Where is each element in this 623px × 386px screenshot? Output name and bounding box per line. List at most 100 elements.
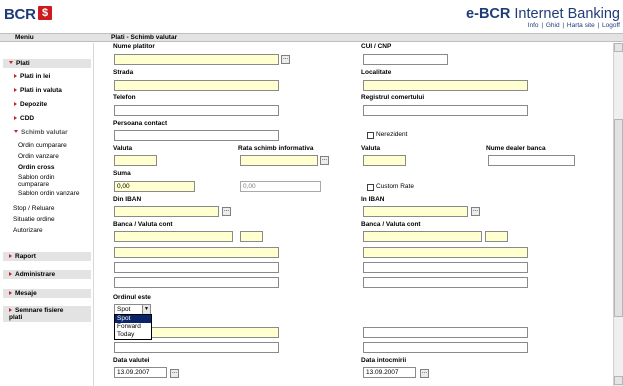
sidebar-group-label: Administrare <box>15 271 56 278</box>
option-today[interactable]: Today <box>115 331 151 339</box>
sidebar-item-label: Plati in lei <box>20 73 51 80</box>
brand-prefix: e-BCR <box>466 6 511 22</box>
header-links: Info | Ghid | Harta site | Logoff <box>527 22 620 29</box>
sidebar-item-cdd[interactable]: CDD <box>14 115 34 123</box>
ordin-type-dropdown[interactable]: Spot Forward Today <box>114 314 152 340</box>
detalii-line-1-right[interactable] <box>363 327 528 338</box>
sidebar-item-ordin-cumparare[interactable]: Ordin cumparare <box>18 142 67 150</box>
nume-platitor-field[interactable] <box>114 54 279 65</box>
app-header: BCR $ e-BCR Internet Banking Info | Ghid… <box>0 0 623 33</box>
lookup-button[interactable]: ... <box>471 207 480 216</box>
address-line-3-left[interactable] <box>114 277 279 288</box>
sidebar-item-ordin-cross[interactable]: Ordin cross <box>18 164 54 172</box>
valuta-cont-left-field[interactable] <box>240 231 263 242</box>
label-banca-right: Banca / Valuta cont <box>361 221 421 228</box>
lookup-button[interactable]: ... <box>281 55 290 64</box>
sidebar-item-sablon-vanzare[interactable]: Sablon ordin vanzare <box>18 190 79 198</box>
scrollbar-thumb[interactable] <box>614 119 623 317</box>
telefon-field[interactable] <box>114 105 279 116</box>
sidebar-item-depozite[interactable]: Depozite <box>14 101 47 109</box>
sidebar-group-plati[interactable]: Plati <box>3 59 91 68</box>
sidebar-item-sablon-cumparare-2[interactable]: cumparare <box>18 181 49 189</box>
link-logoff[interactable]: Logoff <box>602 22 620 29</box>
label-telefon: Telefon <box>113 94 136 101</box>
chevron-right-icon <box>9 254 12 258</box>
strada-field[interactable] <box>114 80 279 91</box>
calendar-button[interactable]: ... <box>170 369 179 378</box>
chevron-right-icon <box>14 74 17 78</box>
sidebar-item-ordin-vanzare[interactable]: Ordin vanzare <box>18 153 59 161</box>
sidebar-item-stop-reluare[interactable]: Stop / Reluare <box>13 205 55 213</box>
sidebar-item-autorizare[interactable]: Autorizare <box>13 227 43 235</box>
banca-right-field[interactable] <box>363 231 482 242</box>
valuta-cont-right-field[interactable] <box>485 231 508 242</box>
address-line-3-right[interactable] <box>363 277 528 288</box>
label-suma: Suma <box>113 170 131 177</box>
link-info[interactable]: Info <box>528 22 539 29</box>
sidebar-item-plati-lei[interactable]: Plati in lei <box>14 73 50 81</box>
valuta-left-field[interactable] <box>114 155 157 166</box>
banca-left-field[interactable] <box>114 231 233 242</box>
sidebar-item-label: Plati in valuta <box>20 87 62 94</box>
detalii-line-2-right[interactable] <box>363 342 528 353</box>
sidebar-group-administrare[interactable]: Administrare <box>3 270 91 279</box>
vertical-scrollbar[interactable] <box>613 43 623 386</box>
label-ordinul-este: Ordinul este <box>113 294 151 301</box>
cui-cnp-field[interactable] <box>363 54 448 65</box>
sidebar-group-mesaje[interactable]: Mesaje <box>3 289 91 298</box>
address-line-1-right[interactable] <box>363 247 528 258</box>
sidebar-group-label: Mesaje <box>15 290 37 297</box>
persoana-contact-field[interactable] <box>114 130 279 141</box>
lookup-button[interactable]: ... <box>222 207 231 216</box>
label-data-valutei: Data valutei <box>113 357 150 364</box>
address-line-2-right[interactable] <box>363 262 528 273</box>
chevron-down-icon[interactable]: ▼ <box>142 305 150 314</box>
label-cui-cnp: CUI / CNP <box>361 43 392 50</box>
label-data-intocmirii: Data intocmirii <box>361 357 407 364</box>
sidebar-group-raport[interactable]: Raport <box>3 252 91 261</box>
label-registrul-comertului: Registrul comertului <box>361 94 425 101</box>
link-harta-site[interactable]: Harta site <box>567 22 595 29</box>
scroll-down-arrow-icon[interactable] <box>614 376 623 385</box>
breadcrumb: Plati - Schimb valutar <box>111 34 178 41</box>
option-forward[interactable]: Forward <box>115 323 151 331</box>
registrul-comertului-field[interactable] <box>363 105 528 116</box>
din-iban-field[interactable] <box>114 206 219 217</box>
label-rata-schimb: Rata schimb informativa <box>238 145 314 152</box>
chevron-right-icon <box>9 272 12 276</box>
calendar-button[interactable]: ... <box>420 369 429 378</box>
sidebar-group-label: Plati <box>16 60 30 67</box>
sidebar-item-plati-valuta[interactable]: Plati in valuta <box>14 87 62 95</box>
bcr-logo-mark: $ <box>38 6 52 20</box>
chevron-right-icon <box>9 291 12 295</box>
data-valutei-field[interactable]: 13.09.2007 <box>114 367 167 378</box>
sidebar-item-situatie-ordine[interactable]: Situatie ordine <box>13 216 55 224</box>
localitate-field[interactable] <box>363 80 528 91</box>
sidebar-group-semnare[interactable]: Semnare fisiere plati <box>3 306 91 322</box>
scroll-up-arrow-icon[interactable] <box>614 43 623 52</box>
label-in-iban: In IBAN <box>361 196 385 203</box>
address-line-1-left[interactable] <box>114 247 279 258</box>
address-line-2-left[interactable] <box>114 262 279 273</box>
valuta-right-field[interactable] <box>363 155 406 166</box>
custom-rate-label: Custom Rate <box>376 183 414 190</box>
in-iban-field[interactable] <box>363 206 468 217</box>
label-valuta-right: Valuta <box>361 145 381 152</box>
lookup-button[interactable]: ... <box>320 156 329 165</box>
label-strada: Strada <box>113 69 134 76</box>
sidebar-item-schimb-valutar[interactable]: Schimb valutar <box>14 129 68 137</box>
nume-dealer-field[interactable] <box>488 155 575 166</box>
label-nume-dealer: Nume dealer banca <box>486 145 546 152</box>
chevron-down-icon <box>14 130 18 133</box>
sidebar-group-label: Semnare fisiere <box>15 307 64 314</box>
link-ghid[interactable]: Ghid <box>546 22 560 29</box>
detalii-line-2-left[interactable] <box>114 342 279 353</box>
rata-schimb-field[interactable] <box>240 155 318 166</box>
option-spot[interactable]: Spot <box>115 315 151 323</box>
suma-field[interactable]: 0,00 <box>114 181 195 192</box>
data-intocmirii-field[interactable]: 13.09.2007 <box>363 367 416 378</box>
sidebar: Plati Plati in lei Plati in valuta Depoz… <box>0 43 94 386</box>
custom-rate-checkbox[interactable] <box>367 184 374 191</box>
rata-value-field[interactable]: 0,00 <box>240 181 321 192</box>
nerezident-checkbox[interactable] <box>367 132 374 139</box>
